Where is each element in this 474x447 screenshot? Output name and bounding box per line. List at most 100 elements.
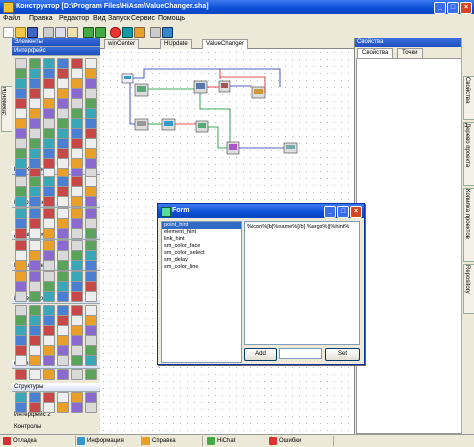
- palette-component-icon[interactable]: [29, 260, 41, 271]
- palette-component-icon[interactable]: [57, 196, 69, 207]
- help-icon[interactable]: [162, 27, 173, 38]
- palette-group-structures[interactable]: Структуры: [12, 383, 100, 392]
- menu-run[interactable]: Запуск: [108, 15, 130, 22]
- close-button[interactable]: ×: [460, 2, 472, 14]
- rtab-project-bank[interactable]: Копилка проектов: [463, 188, 474, 262]
- palette-component-icon[interactable]: [71, 355, 83, 366]
- palette-component-icon[interactable]: [71, 291, 83, 302]
- schema-element[interactable]: [134, 118, 149, 131]
- palette-component-icon[interactable]: [71, 260, 83, 271]
- list-item[interactable]: sm_color_line: [162, 264, 241, 271]
- paste-icon[interactable]: [67, 27, 78, 38]
- palette-component-icon[interactable]: [29, 369, 41, 380]
- schema-element[interactable]: [134, 83, 149, 97]
- schema-element[interactable]: [161, 118, 176, 131]
- set-button[interactable]: Set: [325, 348, 360, 361]
- palette-component-icon[interactable]: [85, 369, 97, 380]
- palette-component-icon[interactable]: [71, 196, 83, 207]
- list-item[interactable]: sm_delay: [162, 257, 241, 264]
- palette-component-icon[interactable]: [29, 196, 41, 207]
- copy-icon[interactable]: [55, 27, 66, 38]
- menu-file[interactable]: Файл: [3, 15, 20, 22]
- schema-element[interactable]: [283, 142, 298, 154]
- form-minimize-button[interactable]: _: [324, 206, 336, 218]
- schema-element[interactable]: [195, 120, 209, 133]
- schema-element[interactable]: [193, 80, 208, 94]
- palette-component-icon[interactable]: [57, 369, 69, 380]
- list-item[interactable]: element_hint: [162, 229, 241, 236]
- palette-component-icon[interactable]: [15, 228, 27, 239]
- maximize-button[interactable]: □: [447, 2, 459, 14]
- menu-edit[interactable]: Правка: [29, 15, 53, 22]
- palette-component-icon[interactable]: [15, 355, 27, 366]
- status-debug[interactable]: Отладка: [2, 436, 76, 446]
- schema-element[interactable]: [218, 80, 231, 93]
- palette-component-icon[interactable]: [43, 402, 55, 413]
- redo-icon[interactable]: [95, 27, 106, 38]
- undo-icon[interactable]: [83, 27, 94, 38]
- form-maximize-button[interactable]: □: [337, 206, 349, 218]
- palette-component-icon[interactable]: [29, 402, 41, 413]
- palette-component-icon[interactable]: [85, 196, 97, 207]
- run-icon[interactable]: [110, 27, 121, 38]
- tab-hupdate[interactable]: HUpdate: [160, 39, 192, 49]
- palette-group-interface[interactable]: Интерфейс: [12, 47, 100, 56]
- minimize-button[interactable]: _: [434, 2, 446, 14]
- rtab-project-tree[interactable]: Дерево проекта: [463, 122, 474, 186]
- palette-group-controls[interactable]: Контролы: [12, 423, 100, 432]
- rtab-properties[interactable]: Свойства: [463, 76, 474, 120]
- list-item[interactable]: link_hint: [162, 236, 241, 243]
- form-edit-field[interactable]: %icon%[b]%name%[/b] %args%||%hint%: [244, 221, 360, 345]
- palette-component-icon[interactable]: [43, 291, 55, 302]
- palette-component-icon[interactable]: [85, 228, 97, 239]
- status-errors[interactable]: Ошибки: [268, 436, 334, 446]
- palette-component-icon[interactable]: [15, 260, 27, 271]
- palette-component-icon[interactable]: [29, 228, 41, 239]
- list-item[interactable]: sm_color_face: [162, 243, 241, 250]
- palette-component-icon[interactable]: [71, 228, 83, 239]
- tab-wincenter[interactable]: winCenter: [104, 39, 140, 49]
- palette-component-icon[interactable]: [85, 355, 97, 366]
- tab-valuechanger[interactable]: ValueChanger: [202, 39, 248, 49]
- palette-component-icon[interactable]: [29, 355, 41, 366]
- form-value-input[interactable]: [279, 348, 322, 359]
- palette-component-icon[interactable]: [85, 260, 97, 271]
- schema-element[interactable]: [121, 73, 134, 84]
- palette-component-icon[interactable]: [71, 369, 83, 380]
- compile-icon[interactable]: [134, 27, 145, 38]
- status-info[interactable]: Информация: [76, 436, 142, 446]
- list-item[interactable]: sm_color_select: [162, 250, 241, 257]
- new-file-icon[interactable]: [3, 27, 14, 38]
- options-icon[interactable]: [150, 27, 161, 38]
- palette-component-icon[interactable]: [15, 402, 27, 413]
- palette-component-icon[interactable]: [57, 402, 69, 413]
- menu-service[interactable]: Сервис: [131, 15, 155, 22]
- menu-editor[interactable]: Редактор: [59, 15, 89, 22]
- palette-component-icon[interactable]: [57, 291, 69, 302]
- palette-component-icon[interactable]: [15, 369, 27, 380]
- save-icon[interactable]: [27, 27, 38, 38]
- debug-icon[interactable]: [122, 27, 133, 38]
- palette-component-icon[interactable]: [57, 228, 69, 239]
- menu-view[interactable]: Вид: [93, 15, 106, 22]
- rtab-repository[interactable]: Repository: [463, 264, 474, 314]
- add-button[interactable]: Add: [244, 348, 277, 361]
- palette-component-icon[interactable]: [43, 260, 55, 271]
- palette-component-icon[interactable]: [15, 196, 27, 207]
- cut-icon[interactable]: [43, 27, 54, 38]
- form-close-button[interactable]: ×: [350, 206, 362, 218]
- palette-component-icon[interactable]: [57, 355, 69, 366]
- palette-component-icon[interactable]: [85, 402, 97, 413]
- menu-help[interactable]: Помощь: [158, 15, 185, 22]
- palette-component-icon[interactable]: [71, 402, 83, 413]
- status-hichat[interactable]: HiChat: [206, 436, 272, 446]
- palette-component-icon[interactable]: [43, 369, 55, 380]
- list-item[interactable]: point_hint: [162, 222, 241, 229]
- form-listbox[interactable]: point_hint element_hint link_hint sm_col…: [161, 221, 242, 363]
- palette-component-icon[interactable]: [57, 260, 69, 271]
- palette-component-icon[interactable]: [29, 291, 41, 302]
- palette-component-icon[interactable]: [43, 355, 55, 366]
- schema-element[interactable]: [251, 86, 266, 99]
- palette-component-icon[interactable]: [43, 228, 55, 239]
- status-help[interactable]: Справка: [141, 436, 203, 446]
